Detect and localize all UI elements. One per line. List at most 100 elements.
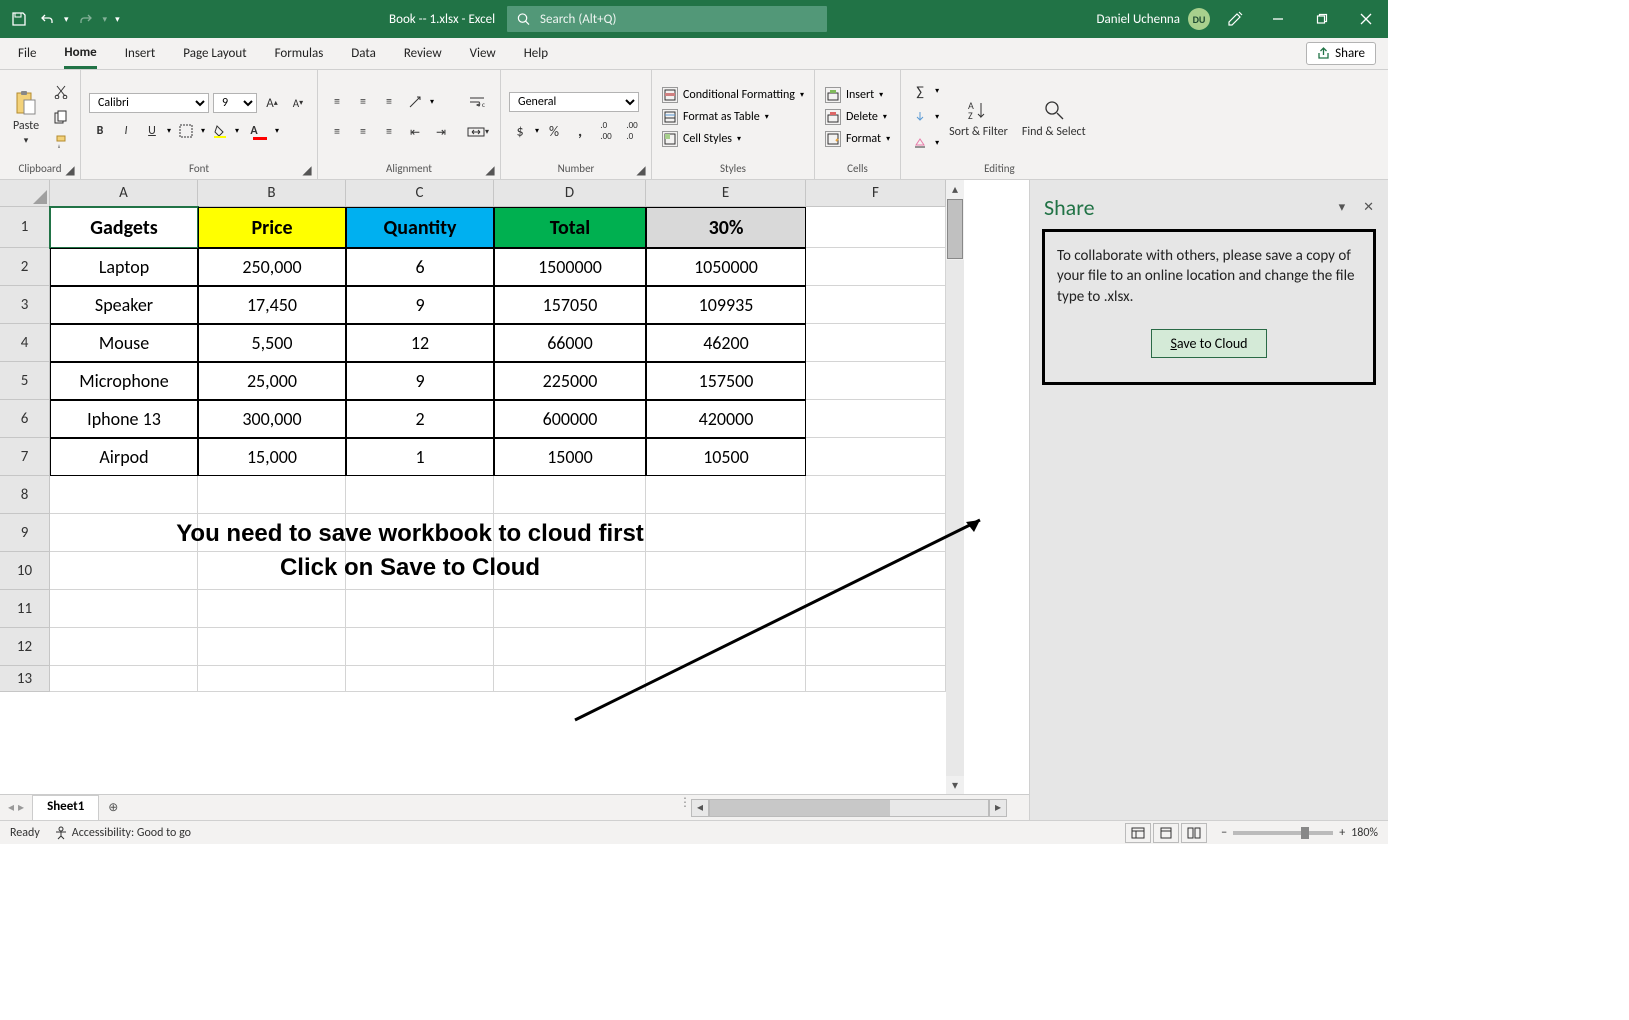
- clipboard-launcher-icon[interactable]: ◢: [64, 164, 76, 176]
- row-header[interactable]: 9: [0, 514, 50, 552]
- scroll-up-icon[interactable]: ▴: [946, 180, 964, 198]
- share-pane-menu-icon[interactable]: ▾: [1339, 200, 1346, 215]
- format-painter-icon[interactable]: [50, 131, 72, 153]
- cell[interactable]: Laptop: [50, 248, 198, 286]
- redo-icon[interactable]: [75, 8, 97, 30]
- row-header[interactable]: 13: [0, 666, 50, 692]
- cell[interactable]: [50, 476, 198, 514]
- align-left-icon[interactable]: ≡: [326, 121, 348, 143]
- tab-prev-icon[interactable]: ◂: [8, 800, 14, 815]
- hscroll-right-icon[interactable]: ▸: [989, 799, 1007, 817]
- cell[interactable]: [198, 666, 346, 692]
- column-header[interactable]: D: [494, 180, 646, 207]
- tab-help[interactable]: Help: [524, 38, 548, 69]
- cell[interactable]: 46200: [646, 324, 806, 362]
- select-all-corner[interactable]: [0, 180, 50, 207]
- cell[interactable]: 12: [346, 324, 494, 362]
- save-to-cloud-button[interactable]: Save to Cloud: [1151, 329, 1266, 358]
- hscroll-left-icon[interactable]: ◂: [691, 799, 709, 817]
- share-button-top[interactable]: Share: [1306, 42, 1376, 65]
- align-bottom-icon[interactable]: ≡: [378, 91, 400, 113]
- zoom-level[interactable]: 180%: [1351, 826, 1378, 840]
- search-box[interactable]: [507, 6, 827, 32]
- cell[interactable]: [50, 666, 198, 692]
- user-name[interactable]: Daniel Uchenna: [1097, 12, 1180, 27]
- cell[interactable]: 10500: [646, 438, 806, 476]
- cell[interactable]: 300,000: [198, 400, 346, 438]
- percent-format-icon[interactable]: %: [543, 120, 565, 142]
- cell[interactable]: [806, 438, 946, 476]
- zoom-slider[interactable]: [1233, 831, 1333, 835]
- find-select-button[interactable]: Find & Select: [1018, 94, 1090, 140]
- cell[interactable]: 25,000: [198, 362, 346, 400]
- increase-indent-icon[interactable]: ⇥: [430, 121, 452, 143]
- cell[interactable]: [198, 628, 346, 666]
- align-middle-icon[interactable]: ≡: [352, 91, 374, 113]
- number-launcher-icon[interactable]: ◢: [635, 164, 647, 176]
- accounting-format-icon[interactable]: $: [509, 120, 531, 142]
- row-header[interactable]: 2: [0, 248, 50, 286]
- row-header[interactable]: 12: [0, 628, 50, 666]
- orientation-icon[interactable]: [404, 91, 426, 113]
- cell[interactable]: 15000: [494, 438, 646, 476]
- italic-button[interactable]: I: [115, 120, 137, 142]
- alignment-launcher-icon[interactable]: ◢: [484, 164, 496, 176]
- undo-icon[interactable]: [36, 8, 58, 30]
- sheet-tab[interactable]: Sheet1: [32, 795, 99, 820]
- hscroll-thumb[interactable]: [710, 800, 890, 816]
- cell[interactable]: Airpod: [50, 438, 198, 476]
- font-launcher-icon[interactable]: ◢: [301, 164, 313, 176]
- cell[interactable]: Gadgets: [50, 207, 198, 248]
- paste-button[interactable]: Paste ▾: [8, 87, 44, 148]
- row-header[interactable]: 11: [0, 590, 50, 628]
- column-header[interactable]: A: [50, 180, 198, 207]
- row-header[interactable]: 8: [0, 476, 50, 514]
- tab-formulas[interactable]: Formulas: [275, 38, 324, 69]
- tab-review[interactable]: Review: [404, 38, 442, 69]
- cell[interactable]: [806, 324, 946, 362]
- cell[interactable]: 6: [346, 248, 494, 286]
- cell[interactable]: 225000: [494, 362, 646, 400]
- delete-cells-button[interactable]: Delete ▾: [823, 108, 892, 126]
- page-break-view-button[interactable]: [1181, 823, 1207, 843]
- align-right-icon[interactable]: ≡: [378, 121, 400, 143]
- cell[interactable]: [346, 476, 494, 514]
- row-header[interactable]: 6: [0, 400, 50, 438]
- cell[interactable]: 30%: [646, 207, 806, 248]
- cell[interactable]: [806, 400, 946, 438]
- cell[interactable]: Total: [494, 207, 646, 248]
- cell[interactable]: 109935: [646, 286, 806, 324]
- horizontal-scrollbar[interactable]: ◂ ▸: [689, 795, 1029, 820]
- cell[interactable]: [806, 286, 946, 324]
- cell[interactable]: Price: [198, 207, 346, 248]
- increase-font-icon[interactable]: A▴: [261, 92, 283, 114]
- fill-color-icon[interactable]: [209, 120, 231, 142]
- cell[interactable]: 157050: [494, 286, 646, 324]
- row-header[interactable]: 7: [0, 438, 50, 476]
- bold-button[interactable]: B: [89, 120, 111, 142]
- row-header[interactable]: 10: [0, 552, 50, 590]
- fill-icon[interactable]: [909, 106, 931, 128]
- scroll-thumb[interactable]: [947, 199, 963, 259]
- zoom-in-icon[interactable]: +: [1339, 826, 1345, 840]
- cell[interactable]: 66000: [494, 324, 646, 362]
- cell[interactable]: [806, 207, 946, 248]
- cell[interactable]: 420000: [646, 400, 806, 438]
- close-button[interactable]: [1344, 0, 1388, 38]
- insert-cells-button[interactable]: Insert ▾: [823, 86, 892, 104]
- decrease-indent-icon[interactable]: ⇤: [404, 121, 426, 143]
- cell[interactable]: 9: [346, 362, 494, 400]
- decrease-decimal-icon[interactable]: .00.0: [621, 120, 643, 142]
- tab-next-icon[interactable]: ▸: [18, 800, 24, 815]
- minimize-button[interactable]: [1256, 0, 1300, 38]
- save-icon[interactable]: [8, 8, 30, 30]
- normal-view-button[interactable]: [1125, 823, 1151, 843]
- cell[interactable]: Quantity: [346, 207, 494, 248]
- decrease-font-icon[interactable]: A▾: [287, 92, 309, 114]
- scroll-down-icon[interactable]: ▾: [946, 776, 964, 794]
- cell[interactable]: 157500: [646, 362, 806, 400]
- user-avatar[interactable]: DU: [1188, 8, 1210, 30]
- cell[interactable]: [494, 476, 646, 514]
- row-header[interactable]: 5: [0, 362, 50, 400]
- merge-center-icon[interactable]: ▾: [464, 121, 492, 143]
